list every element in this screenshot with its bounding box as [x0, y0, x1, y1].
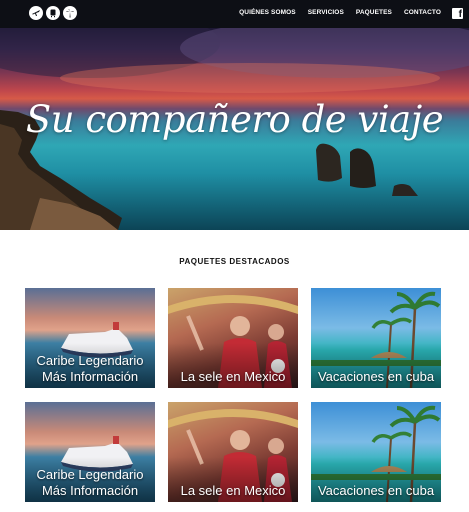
nav-link-servicios[interactable]: SERVICIOS [308, 9, 344, 16]
plane-icon [29, 6, 43, 20]
package-card-caribe[interactable]: Caribe Legendario Más Información [25, 288, 155, 388]
hero-title: Su compañero de viaje [25, 98, 444, 141]
main-nav: QUIÉNES SOMOS SERVICIOS PAQUETES CONTACT… [227, 9, 441, 16]
palm-tree-icon [63, 6, 77, 20]
package-card-sele-mexico[interactable]: La sele en Mexico [168, 288, 298, 388]
nav-link-quienes-somos[interactable]: QUIÉNES SOMOS [239, 9, 296, 16]
package-card-cuba[interactable]: Vacaciones en cuba [311, 402, 441, 502]
nav-link-contacto[interactable]: CONTACTO [404, 9, 441, 16]
more-info-link[interactable]: Más Información [25, 369, 155, 384]
section-title: PAQUETES DESTACADOS [179, 257, 290, 266]
package-card-caribe[interactable]: Caribe Legendario Más Información [25, 402, 155, 502]
more-info-link[interactable]: Más Información [25, 483, 155, 498]
package-card-sele-mexico[interactable]: La sele en Mexico [168, 402, 298, 502]
package-title: Vacaciones en cuba [317, 369, 435, 384]
nav-link-paquetes[interactable]: PAQUETES [356, 9, 392, 16]
bus-icon [46, 6, 60, 20]
package-title: Vacaciones en cuba [317, 483, 435, 498]
package-title: La sele en Mexico [180, 483, 286, 498]
package-card-cuba[interactable]: Vacaciones en cuba [311, 288, 441, 388]
package-title: Caribe Legendario [36, 467, 144, 482]
package-title: La sele en Mexico [180, 369, 286, 384]
site-logo[interactable] [29, 6, 77, 20]
top-navbar: QUIÉNES SOMOS SERVICIOS PAQUETES CONTACT… [0, 0, 469, 28]
facebook-icon[interactable]: f [452, 8, 463, 20]
hero-banner: Su compañero de viaje [0, 28, 469, 230]
package-title: Caribe Legendario [36, 353, 144, 368]
